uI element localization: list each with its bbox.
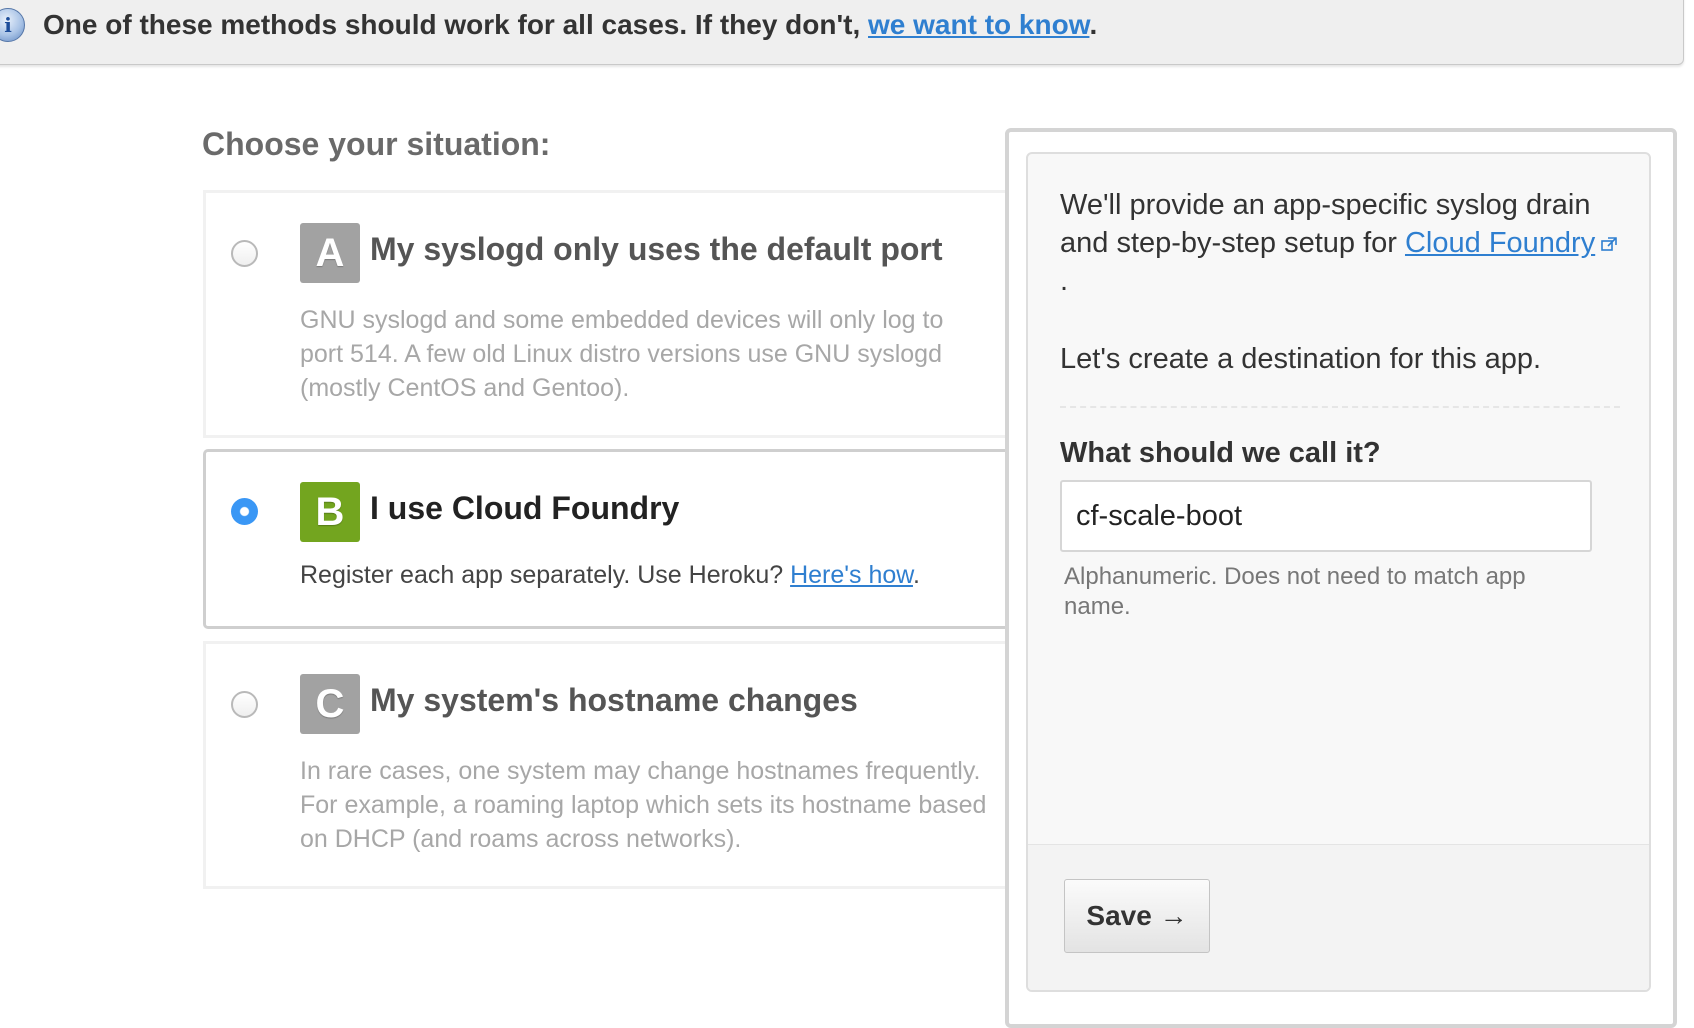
option-a-title[interactable]: My syslogd only uses the default port: [370, 229, 943, 269]
setup-panel: We'll provide an app-specific syslog dra…: [1026, 152, 1651, 992]
option-c-description: In rare cases, one system may change hos…: [300, 757, 987, 853]
badge-c: C: [300, 674, 360, 734]
panel-intro-suffix: .: [1060, 265, 1069, 297]
external-link-icon: [1601, 237, 1618, 251]
option-card-a[interactable]: A My syslogd only uses the default port …: [203, 190, 1009, 438]
option-card-c[interactable]: C My system's hostname changes In rare c…: [203, 641, 1009, 889]
option-b-title[interactable]: I use Cloud Foundry: [370, 488, 679, 528]
badge-a: A: [300, 223, 360, 283]
choose-situation-heading: Choose your situation:: [202, 126, 551, 162]
cloud-foundry-link[interactable]: Cloud Foundry: [1405, 227, 1595, 259]
panel-divider: [1060, 406, 1620, 408]
option-b-suffix: .: [912, 561, 920, 589]
option-b-description: Register each app separately. Use Heroku…: [300, 561, 791, 589]
radio-option-b[interactable]: [231, 498, 258, 525]
destination-name-hint: Alphanumeric. Does not need to match app…: [1064, 563, 1526, 620]
we-want-to-know-link[interactable]: we want to know: [868, 9, 1089, 40]
save-button[interactable]: Save →: [1064, 879, 1210, 953]
cloud-foundry-link-label: Cloud Foundry: [1404, 227, 1596, 259]
destination-name-label: What should we call it?: [1060, 437, 1381, 469]
create-destination-text: Let's create a destination for this app.: [1060, 343, 1542, 375]
panel-footer: Save →: [1028, 844, 1649, 990]
option-b-description-row: Register each app separately. Use Heroku…: [300, 558, 990, 592]
info-icon: i: [0, 8, 25, 42]
option-a-description: GNU syslogd and some embedded devices wi…: [300, 306, 944, 402]
banner-suffix: .: [1089, 9, 1098, 40]
option-c-title[interactable]: My system's hostname changes: [370, 680, 858, 720]
radio-option-c[interactable]: [231, 691, 258, 718]
heres-how-link[interactable]: Here's how: [790, 561, 913, 589]
option-card-b[interactable]: B I use Cloud Foundry Register each app …: [203, 449, 1009, 629]
destination-name-input[interactable]: [1060, 480, 1592, 552]
panel-intro: We'll provide an app-specific syslog dra…: [1060, 186, 1620, 300]
info-banner: i One of these methods should work for a…: [0, 0, 1684, 65]
banner-message: One of these methods should work for all…: [43, 7, 1097, 43]
radio-option-a[interactable]: [231, 240, 258, 267]
banner-text: One of these methods should work for all…: [43, 9, 869, 40]
info-icon-glyph: i: [4, 13, 12, 37]
badge-b: B: [300, 482, 360, 542]
